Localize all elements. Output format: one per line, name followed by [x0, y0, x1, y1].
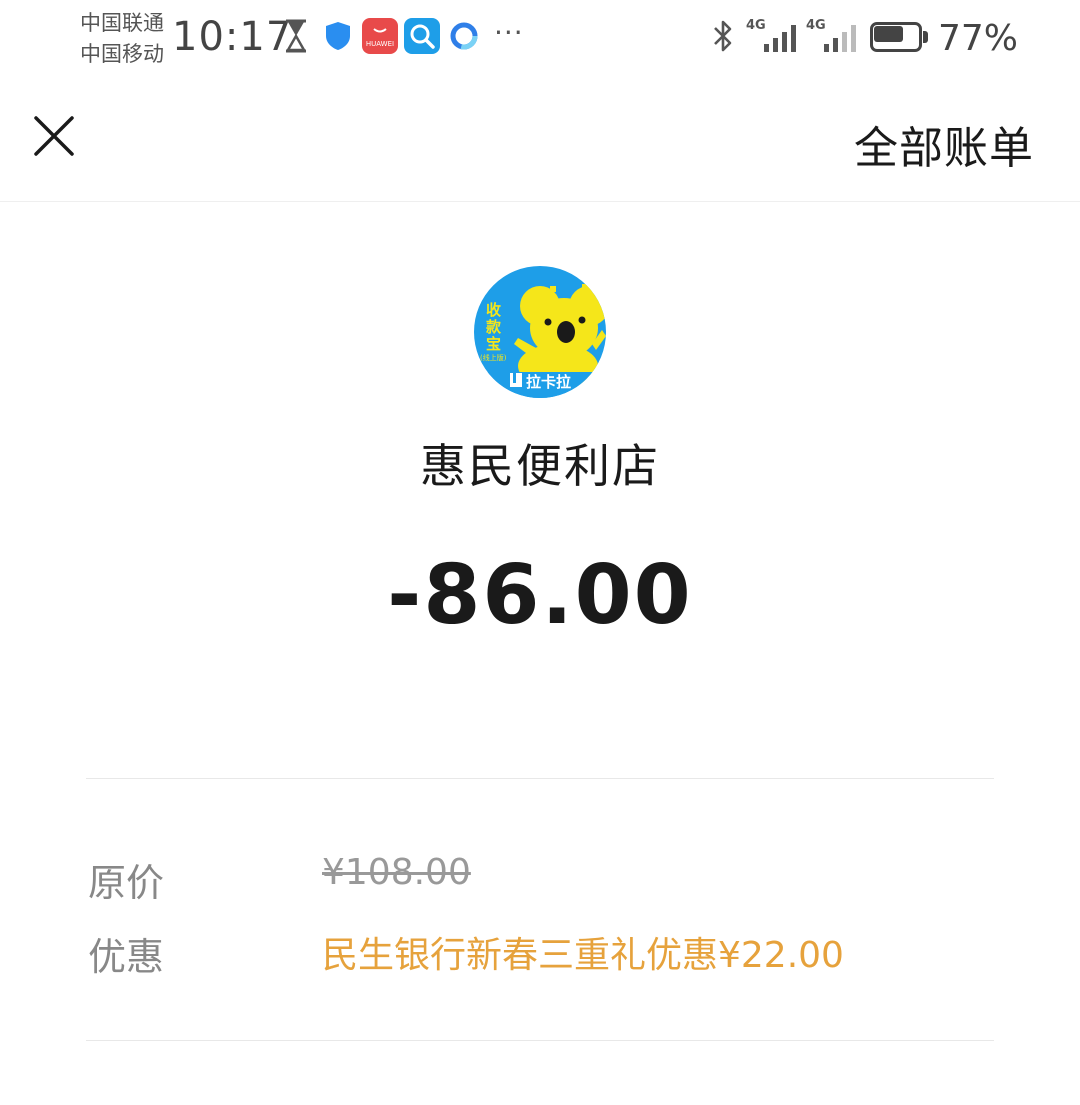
huawei-appgallery-icon: HUAWEI — [362, 18, 398, 54]
nav-bar: 全部账单 — [0, 80, 1080, 202]
more-notifications: ··· — [494, 16, 524, 49]
battery-level — [874, 26, 903, 42]
merchant-name: 惠民便利店 — [420, 439, 660, 493]
huawei-label: HUAWEI — [365, 40, 395, 48]
battery-percentage: 77% — [938, 18, 1019, 59]
koala-logo-image: 收 款 宝 (线上版) 拉卡拉 — [474, 266, 606, 398]
divider — [86, 1040, 994, 1041]
divider — [86, 778, 994, 779]
signal-2-label: 4G — [806, 18, 826, 33]
search-app-icon — [404, 18, 440, 54]
discount-label: 优惠 — [88, 935, 165, 979]
browser-app-icon — [446, 18, 482, 54]
bluetooth-icon — [714, 20, 732, 52]
signal-1-icon: 4G — [746, 18, 800, 54]
signal-1-label: 4G — [746, 18, 766, 33]
shield-app-icon — [320, 18, 356, 54]
logo-online-label: (线上版) — [480, 353, 507, 362]
original-price-label: 原价 — [88, 861, 165, 905]
logo-brand: 拉卡拉 — [526, 373, 571, 391]
logo-char-3: 宝 — [486, 335, 501, 353]
original-price-value: ¥108.00 — [322, 852, 471, 893]
bill-detail-screen: 中国联通 中国移动 10:17 HUAWEI ··· 4G 4G 77% 全部账… — [0, 0, 1080, 1105]
payment-amount: -86.00 — [387, 548, 693, 643]
status-bar: 中国联通 中国移动 10:17 HUAWEI ··· 4G 4G 77% — [0, 0, 1080, 80]
close-icon[interactable] — [28, 110, 80, 162]
discount-value: 民生银行新春三重礼优惠¥22.00 — [322, 935, 844, 976]
logo-char-1: 收 — [486, 301, 501, 319]
all-bills-link[interactable]: 全部账单 — [854, 112, 1034, 176]
merchant-logo: 收 款 宝 (线上版) 拉卡拉 — [474, 266, 606, 398]
battery-icon — [870, 22, 928, 52]
carrier-1: 中国联通 — [80, 11, 164, 35]
hourglass-icon — [285, 19, 307, 53]
signal-2-icon: 4G — [806, 18, 860, 54]
status-time: 10:17 — [172, 14, 293, 60]
carrier-2: 中国移动 — [80, 42, 164, 66]
logo-char-2: 款 — [486, 318, 502, 336]
carrier-info: 中国联通 中国移动 — [80, 8, 164, 70]
